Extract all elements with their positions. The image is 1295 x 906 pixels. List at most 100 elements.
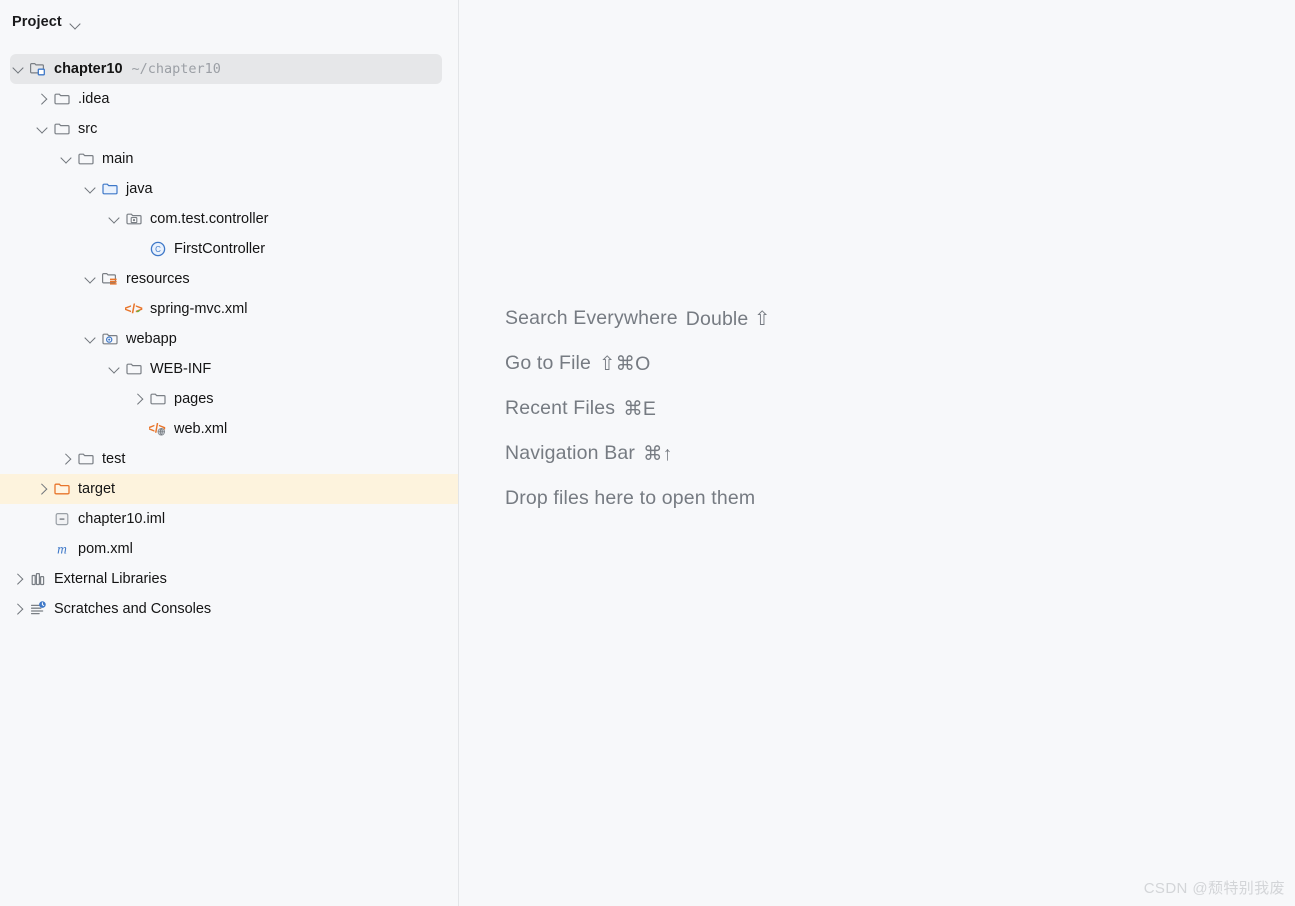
tree-node-label: spring-mvc.xml [150, 301, 248, 317]
chevron-down-icon[interactable] [34, 121, 50, 137]
chevron-right-icon[interactable] [10, 601, 26, 617]
tree-node-label: web.xml [174, 421, 228, 437]
tree-node-main[interactable]: main [0, 144, 458, 174]
editor-hint-action: Recent Files [505, 397, 616, 419]
tree-node-web-xml[interactable]: </> web.xml [0, 414, 458, 444]
web-xml-icon: </> [149, 420, 167, 438]
tree-node-pages[interactable]: pages [0, 384, 458, 414]
tree-node-firstcontroller[interactable]: C FirstController [0, 234, 458, 264]
folder-icon [77, 450, 95, 468]
tree-node-java[interactable]: java [0, 174, 458, 204]
editor-shortcut-hints: Search Everywhere Double ⇧ Go to File ⇧⌘O Re… [505, 296, 770, 521]
chevron-right-icon[interactable] [58, 451, 74, 467]
tree-node-label: java [126, 181, 153, 197]
tree-node-label: chapter10 [54, 61, 123, 77]
tree-node-label: chapter10.iml [78, 511, 166, 527]
tree-node-pom-xml[interactable]: m pom.xml [0, 534, 458, 564]
tree-node-label: WEB-INF [150, 361, 212, 377]
project-tree[interactable]: chapter10 ~/chapter10 .idea src main java… [0, 44, 458, 624]
tree-node-web-inf[interactable]: WEB-INF [0, 354, 458, 384]
tree-node-label: test [102, 451, 126, 467]
resources-folder-icon [101, 270, 119, 288]
tree-node-label: target [78, 481, 116, 497]
editor-hint-shortcut: ⌘E [623, 397, 656, 420]
tree-node-label: main [102, 151, 134, 167]
chevron-right-icon[interactable] [34, 91, 50, 107]
chevron-right-icon[interactable] [10, 571, 26, 587]
chevron-down-icon[interactable] [106, 211, 122, 227]
chevron-down-icon[interactable] [10, 61, 26, 77]
chevron-down-icon[interactable] [82, 271, 98, 287]
tree-node-src[interactable]: src [0, 114, 458, 144]
editor-hint-action: Go to File [505, 352, 592, 374]
editor-hint: Search Everywhere Double ⇧ [505, 296, 770, 341]
folder-icon [125, 360, 143, 378]
editor-hint: Drop files here to open them [505, 476, 770, 521]
editor-hint-action: Navigation Bar [505, 442, 636, 464]
folder-icon [77, 150, 95, 168]
tree-node-path: ~/chapter10 [131, 61, 221, 77]
tree-node-label: FirstController [174, 241, 266, 257]
tree-node-idea[interactable]: .idea [0, 84, 458, 114]
tree-node-chapter10[interactable]: chapter10 ~/chapter10 [10, 54, 442, 84]
chevron-down-icon[interactable] [82, 181, 98, 197]
project-tool-window: Project chapter10 ~/chapter10 .idea src m… [0, 0, 459, 906]
tree-node-label: pom.xml [78, 541, 133, 557]
editor-hint: Navigation Bar ⌘↑ [505, 431, 770, 476]
java-class-icon: C [149, 240, 167, 258]
chevron-right-icon[interactable] [34, 481, 50, 497]
tree-node-test[interactable]: test [0, 444, 458, 474]
source-folder-icon [101, 180, 119, 198]
tree-node-label: Scratches and Consoles [54, 601, 212, 617]
tree-node-chapter10-iml[interactable]: chapter10.iml [0, 504, 458, 534]
folder-icon [53, 120, 71, 138]
package-icon [125, 210, 143, 228]
module-folder-icon [29, 60, 47, 78]
webapp-folder-icon [101, 330, 119, 348]
svg-text:</>: </> [125, 301, 143, 316]
tree-node-label: webapp [126, 331, 177, 347]
library-icon [29, 570, 47, 588]
tree-node-webapp[interactable]: webapp [0, 324, 458, 354]
tree-node-external-libraries[interactable]: External Libraries [0, 564, 458, 594]
chevron-down-icon[interactable] [106, 361, 122, 377]
editor-hint-shortcut: Double ⇧ [685, 307, 771, 330]
ide-window: Project chapter10 ~/chapter10 .idea src m… [0, 0, 1295, 906]
svg-text:C: C [155, 245, 161, 254]
iml-file-icon [53, 510, 71, 528]
editor-hint: Recent Files ⌘E [505, 386, 770, 431]
chevron-down-icon[interactable] [70, 20, 81, 27]
maven-pom-icon: m [53, 540, 71, 558]
tree-node-resources[interactable]: resources [0, 264, 458, 294]
excluded-folder-icon [53, 480, 71, 498]
chevron-down-icon[interactable] [82, 331, 98, 347]
project-tool-header[interactable]: Project [0, 0, 458, 44]
editor-hint-shortcut: ⌘↑ [643, 442, 673, 465]
tree-node-label: pages [174, 391, 214, 407]
watermark: CSDN @颓特别我废 [1143, 880, 1285, 897]
svg-text:m: m [57, 542, 67, 557]
chevron-down-icon[interactable] [58, 151, 74, 167]
tree-node-label: src [78, 121, 98, 137]
tree-node-label: External Libraries [54, 571, 167, 587]
spring-xml-icon: </> [125, 300, 143, 318]
tree-node-label: com.test.controller [150, 211, 269, 227]
tree-node-spring-mvc-xml[interactable]: </> spring-mvc.xml [0, 294, 458, 324]
tree-node-target[interactable]: target [0, 474, 458, 504]
folder-icon [149, 390, 167, 408]
chevron-right-icon[interactable] [130, 391, 146, 407]
folder-icon [53, 90, 71, 108]
tree-node-label: resources [126, 271, 190, 287]
tree-node-com-test-controller[interactable]: com.test.controller [0, 204, 458, 234]
editor-hint-shortcut: ⇧⌘O [599, 352, 651, 375]
page-title: Project [12, 14, 62, 30]
tree-node-scratches-and-consoles[interactable]: Scratches and Consoles [0, 594, 458, 624]
editor-hint-action: Search Everywhere [505, 307, 678, 329]
editor-hint-action: Drop files here to open them [505, 487, 756, 509]
scratches-icon [29, 600, 47, 618]
